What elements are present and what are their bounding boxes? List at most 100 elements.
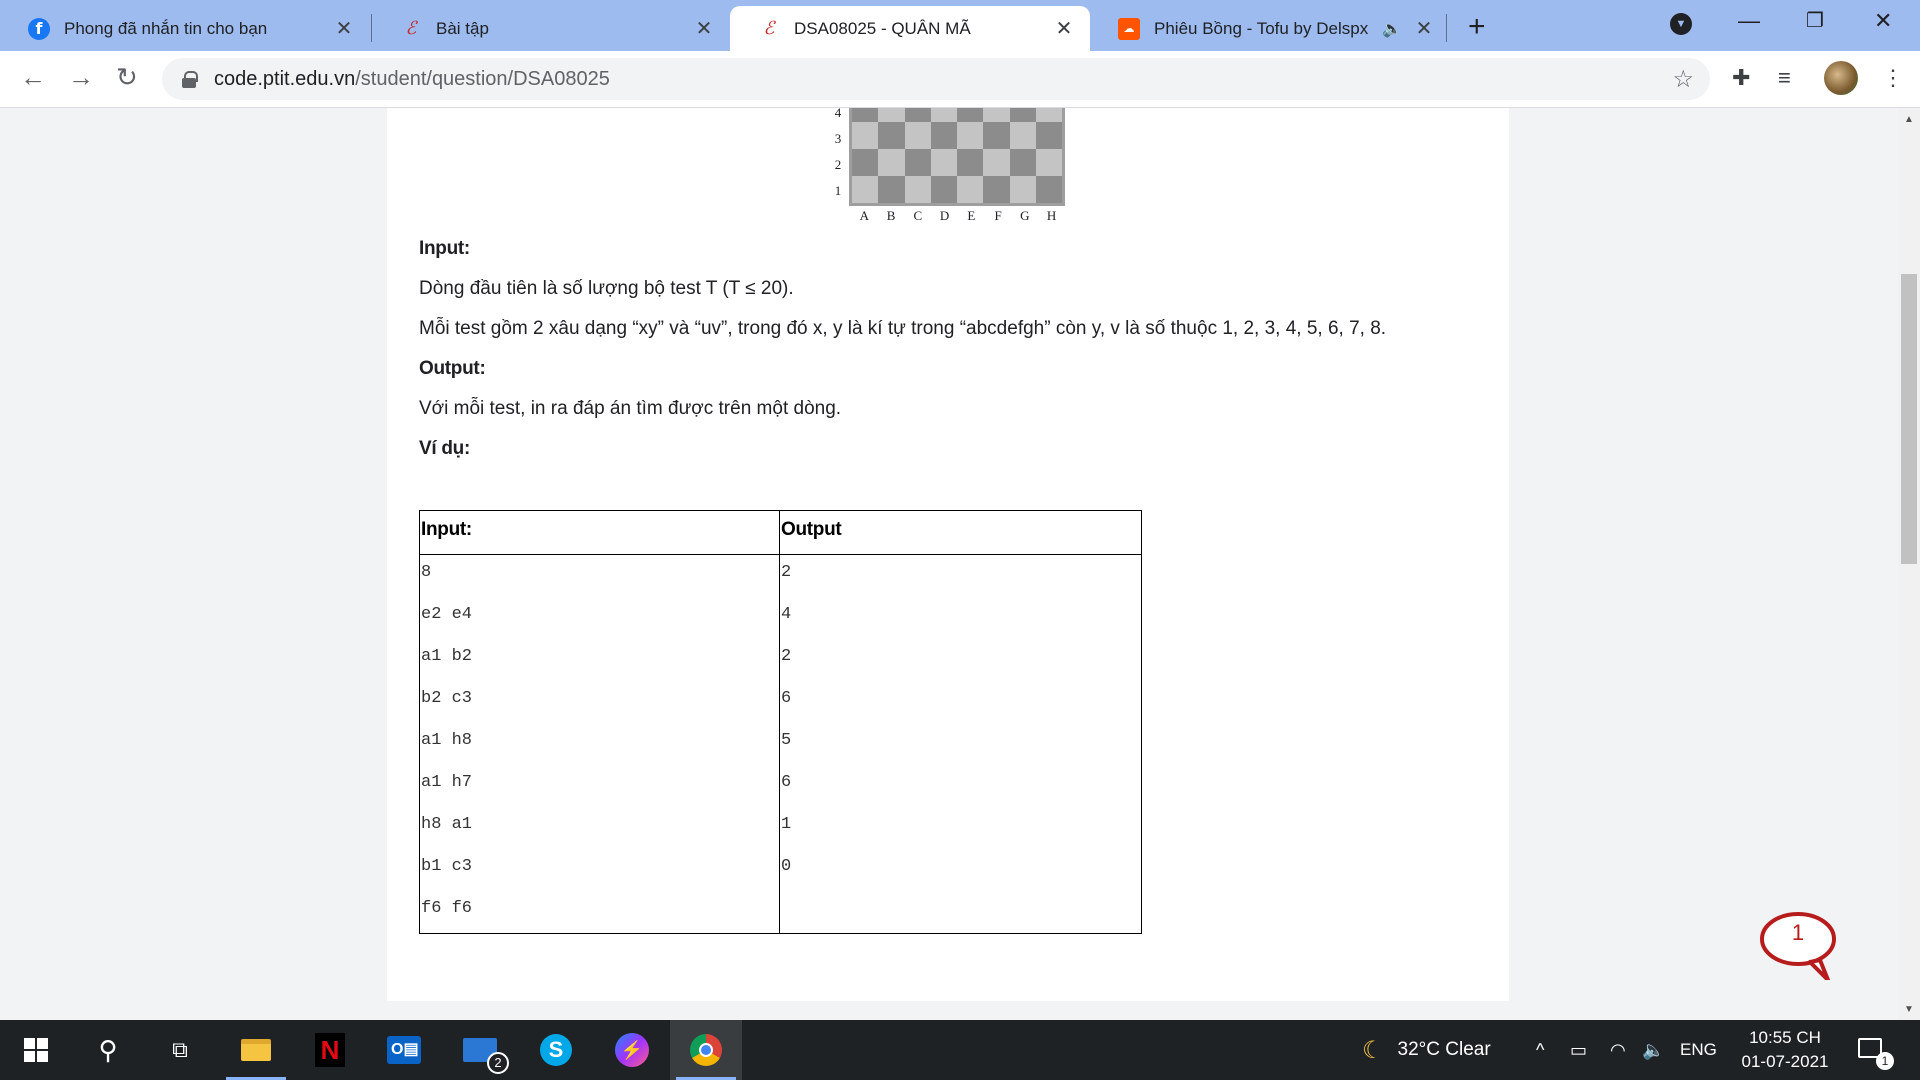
weather-text: 32°C Clear xyxy=(1397,1039,1491,1060)
board-square xyxy=(878,122,905,149)
tab-facebook[interactable]: f Phong đã nhắn tin cho bạn ✕ xyxy=(0,6,370,51)
close-window-icon[interactable]: ✕ xyxy=(1874,8,1892,34)
close-icon[interactable]: ✕ xyxy=(332,16,356,41)
weather-widget[interactable]: ☾ 32°C Clear xyxy=(1362,1020,1491,1080)
output-line: 5 xyxy=(781,731,792,750)
output-line: 1 xyxy=(781,815,792,834)
tab-search-icon[interactable]: ▼ xyxy=(1670,13,1692,35)
speaker-icon[interactable]: 🔈 xyxy=(1382,19,1402,39)
input-line: b2 c3 xyxy=(421,689,473,708)
input-line: h8 a1 xyxy=(421,815,473,834)
board-square xyxy=(852,149,879,176)
clock-date: 01-07-2021 xyxy=(1741,1052,1829,1071)
windows-taskbar: ⚲ ⧉ N O▤ 2 S ⚡ ☾ 32°C Clear ^ ▭ ◠ 🔈 ENG … xyxy=(0,1020,1920,1080)
close-icon[interactable]: ✕ xyxy=(1412,16,1436,41)
notification-badge: 1 xyxy=(1876,1052,1894,1070)
facebook-icon: f xyxy=(28,17,50,40)
example-table: Input: Output 8 e2 e4 a1 b2 b2 c3 a1 h8 … xyxy=(419,510,1142,934)
output-line: 6 xyxy=(781,689,792,708)
clock[interactable]: 10:55 CH 01-07-2021 xyxy=(1730,1026,1840,1074)
board-square xyxy=(852,176,879,203)
close-icon[interactable]: ✕ xyxy=(1052,16,1076,41)
skype-icon[interactable]: S xyxy=(520,1020,592,1080)
extensions-icon[interactable]: ✚ xyxy=(1732,65,1750,91)
board-square xyxy=(904,176,931,203)
board-square xyxy=(852,108,879,122)
reload-icon[interactable]: ↻ xyxy=(116,62,138,93)
tab-title: DSA08025 - QUÂN MÃ xyxy=(794,18,971,38)
file-explorer-icon[interactable] xyxy=(220,1020,292,1080)
board-square xyxy=(957,176,984,203)
messenger-icon[interactable]: ⚡ xyxy=(596,1020,668,1080)
address-bar[interactable]: code.ptit.edu.vn/student/question/DSA080… xyxy=(162,58,1710,100)
task-view-icon[interactable]: ⧉ xyxy=(144,1020,216,1080)
file-label: A xyxy=(859,208,870,223)
avatar[interactable] xyxy=(1824,61,1858,95)
table-row: 8 e2 e4 a1 b2 b2 c3 a1 h8 a1 h7 h8 a1 b1… xyxy=(419,554,1142,934)
board-square xyxy=(904,108,931,122)
menu-icon[interactable]: ⋮ xyxy=(1882,65,1904,91)
board-square xyxy=(983,176,1010,203)
chessboard xyxy=(849,108,1065,206)
browser-toolbar: ← → ↻ code.ptit.edu.vn/student/question/… xyxy=(0,51,1920,108)
input-description-line2: Mỗi test gồm 2 xâu dạng “xy” và “uv”, tr… xyxy=(419,318,1387,339)
action-center-button[interactable]: 1 xyxy=(1858,1020,1894,1080)
file-label: D xyxy=(939,208,950,223)
wifi-icon[interactable]: ◠ xyxy=(1610,1020,1626,1080)
output-description: Với mỗi test, in ra đáp án tìm được trên… xyxy=(419,398,842,419)
input-line: 8 xyxy=(421,563,432,582)
scrollbar-thumb[interactable] xyxy=(1901,274,1917,564)
volume-icon[interactable]: 🔈 xyxy=(1642,1020,1664,1080)
board-square xyxy=(1035,122,1062,149)
file-label: C xyxy=(913,208,923,223)
mail-icon[interactable]: 2 xyxy=(444,1020,516,1080)
windows-logo-icon xyxy=(24,1038,48,1062)
problem-card: 4 3 2 1 A B C D E F G H Input: Dòng đầu … xyxy=(387,108,1509,1001)
input-line: e2 e4 xyxy=(421,605,473,624)
restore-icon[interactable]: ❐ xyxy=(1806,8,1824,33)
search-icon[interactable]: ⚲ xyxy=(72,1020,144,1080)
tab-title: Phiêu Bồng - Tofu by Delspx xyxy=(1154,18,1369,38)
show-hidden-icons-icon[interactable]: ^ xyxy=(1536,1020,1544,1080)
page-scrollbar[interactable]: ▲ ▼ xyxy=(1898,108,1920,1020)
board-square xyxy=(878,176,905,203)
chrome-icon[interactable] xyxy=(670,1020,742,1080)
tab-title: Phong đã nhắn tin cho bạn xyxy=(64,18,268,38)
battery-icon[interactable]: ▭ xyxy=(1570,1020,1587,1080)
tab-soundcloud[interactable]: ☁ Phiêu Bồng - Tofu by Delspx 🔈 ✕ xyxy=(1090,6,1450,51)
close-icon[interactable]: ✕ xyxy=(692,16,716,41)
tab-dsa08025[interactable]: ℰ DSA08025 - QUÂN MÃ ✕ xyxy=(730,6,1090,51)
chat-button[interactable]: 1 xyxy=(1758,910,1838,982)
board-square xyxy=(930,108,957,122)
output-column-header: Output xyxy=(779,510,1142,555)
language-indicator[interactable]: ENG xyxy=(1680,1020,1717,1080)
netflix-icon[interactable]: N xyxy=(294,1020,366,1080)
board-square xyxy=(1009,122,1036,149)
new-tab-icon[interactable]: + xyxy=(1468,10,1486,44)
rank-label: 2 xyxy=(834,157,842,172)
board-square xyxy=(1035,108,1062,122)
board-square xyxy=(983,122,1010,149)
tab-bai-tap[interactable]: ℰ Bài tập ✕ xyxy=(372,6,730,51)
start-button[interactable] xyxy=(0,1020,72,1080)
outlook-icon[interactable]: O▤ xyxy=(368,1020,440,1080)
file-label: B xyxy=(886,208,896,223)
board-square xyxy=(930,149,957,176)
scroll-down-icon[interactable]: ▼ xyxy=(1904,1004,1914,1015)
scroll-up-icon[interactable]: ▲ xyxy=(1904,114,1914,125)
table-header-row: Input: Output xyxy=(419,510,1142,555)
board-square xyxy=(957,122,984,149)
input-description-line1: Dòng đầu tiên là số lượng bộ test T (T ≤… xyxy=(419,278,794,299)
minimize-icon[interactable]: — xyxy=(1738,8,1760,34)
moon-icon: ☾ xyxy=(1362,1036,1384,1064)
input-line: a1 h7 xyxy=(421,773,473,792)
media-control-icon[interactable]: ≡ xyxy=(1778,65,1791,91)
chat-badge: 1 xyxy=(1791,920,1805,945)
chessboard-figure: 4 3 2 1 A B C D E F G H xyxy=(831,108,1065,230)
bookmark-star-icon[interactable]: ☆ xyxy=(1672,65,1694,94)
back-icon[interactable]: ← xyxy=(20,62,46,93)
forward-icon[interactable]: → xyxy=(68,62,94,93)
board-square xyxy=(930,122,957,149)
board-square xyxy=(1009,176,1036,203)
ptit-code-icon: ℰ xyxy=(763,18,775,38)
